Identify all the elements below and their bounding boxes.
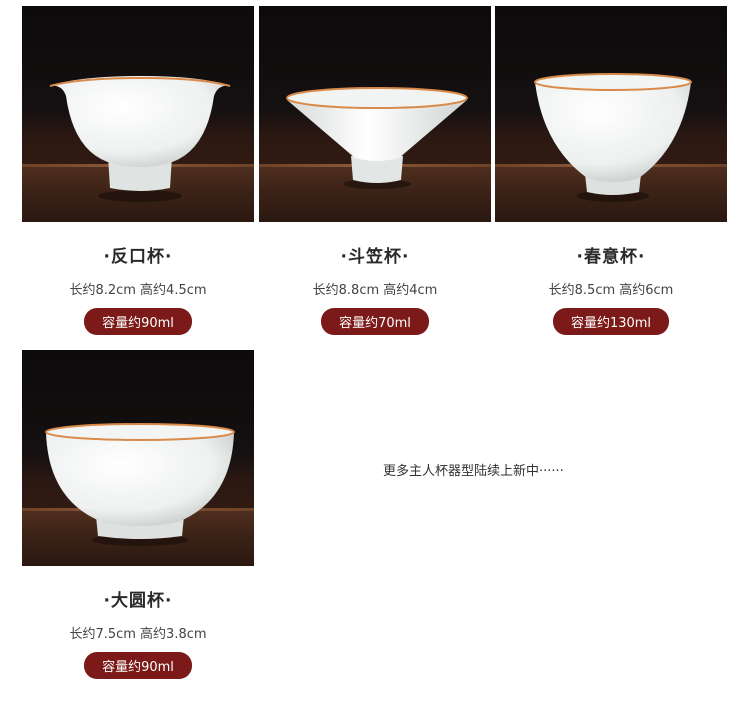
product-title: ·斗笠杯·	[340, 247, 410, 267]
capacity-badge: 容量约90ml	[84, 652, 192, 679]
product-title: ·反口杯·	[103, 247, 173, 267]
product-title: ·春意杯·	[576, 247, 646, 267]
capacity-badge: 容量约70ml	[321, 308, 429, 335]
coming-soon-note: 更多主人杯器型陆续上新中······	[383, 464, 564, 479]
product-dimensions: 长约8.2cm 高约4.5cm	[69, 283, 207, 298]
product-card: ·大圆杯· 长约7.5cm 高约3.8cm 容量约90ml	[22, 350, 254, 679]
capacity-badge: 容量约90ml	[84, 308, 192, 335]
product-card: ·斗笠杯· 长约8.8cm 高约4cm 容量约70ml	[259, 6, 491, 335]
product-card: ·春意杯· 长约8.5cm 高约6cm 容量约130ml	[495, 6, 727, 335]
capacity-badge: 容量约130ml	[552, 308, 670, 335]
product-dimensions: 长约8.8cm 高约4cm	[312, 283, 438, 298]
cup-photo	[259, 6, 491, 222]
cup-photo	[22, 350, 254, 566]
cup-photo	[495, 6, 727, 222]
product-dimensions: 长约7.5cm 高约3.8cm	[69, 627, 207, 642]
product-title: ·大圆杯·	[103, 591, 173, 611]
cup-photo	[22, 6, 254, 222]
product-card: ·反口杯· 长约8.2cm 高约4.5cm 容量约90ml	[22, 6, 254, 335]
product-dimensions: 长约8.5cm 高约6cm	[548, 283, 674, 298]
